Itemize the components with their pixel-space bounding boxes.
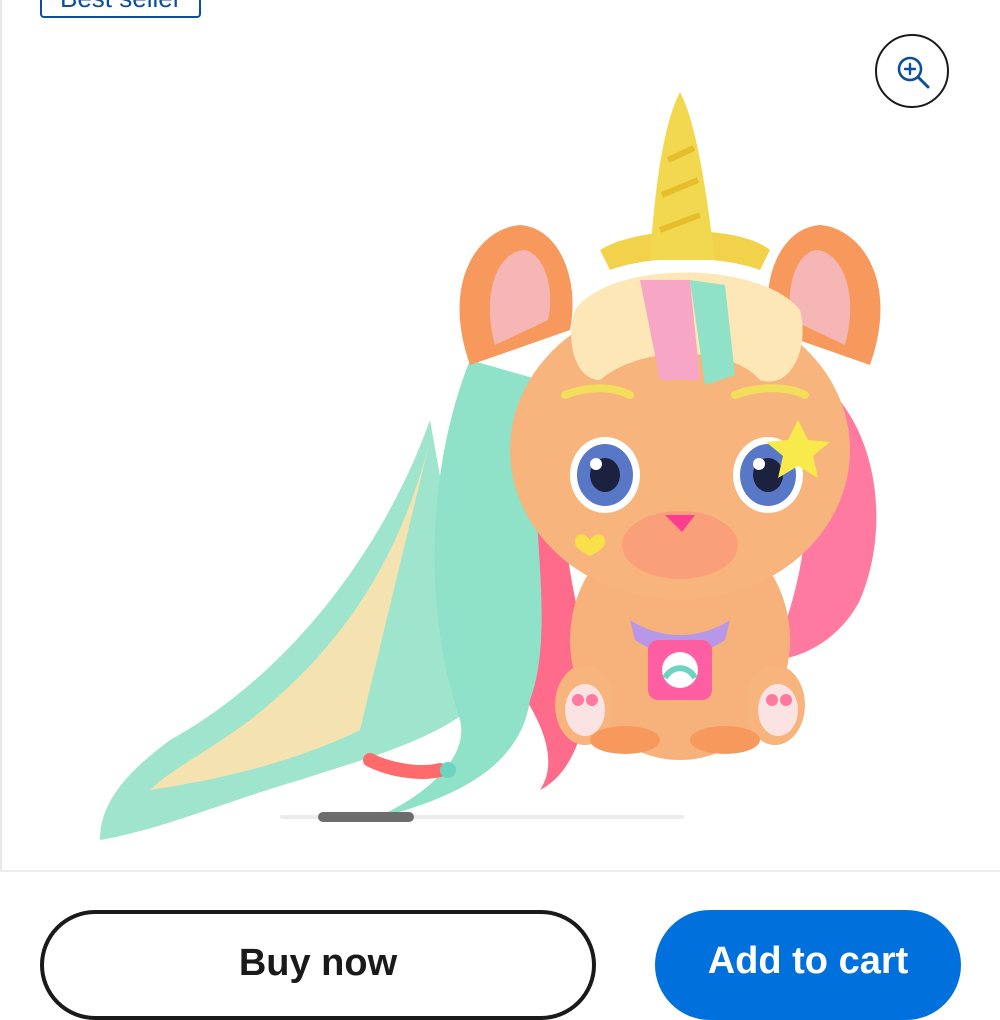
buy-now-label: Buy now	[238, 942, 398, 984]
buy-now-button[interactable]: Buy now	[40, 910, 596, 1020]
best-seller-badge: Best seller	[40, 0, 202, 18]
add-to-cart-label: Add to cart	[707, 940, 909, 982]
content-left-border	[0, 0, 2, 872]
carousel-indicator[interactable]	[280, 812, 684, 822]
carousel-scroll-thumb[interactable]	[318, 812, 414, 822]
add-to-cart-button[interactable]: Add to cart	[655, 910, 961, 1020]
product-image[interactable]	[70, 80, 930, 870]
